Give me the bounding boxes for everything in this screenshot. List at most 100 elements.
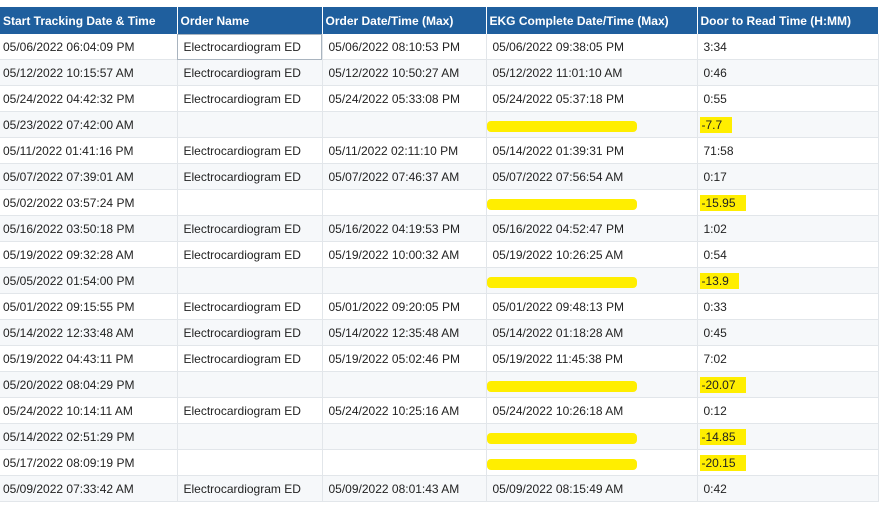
order-name-cell[interactable]: Electrocardiogram ED bbox=[177, 345, 323, 372]
ekg-complete-cell[interactable]: 05/14/2022 01:18:28 AM bbox=[486, 319, 698, 346]
order-datetime-cell[interactable]: 05/19/2022 10:00:32 AM bbox=[322, 241, 487, 268]
order-name-cell[interactable]: Electrocardiogram ED bbox=[177, 34, 323, 60]
door-to-read-cell[interactable]: 0:33 bbox=[697, 293, 879, 320]
order-name-cell[interactable]: Electrocardiogram ED bbox=[177, 137, 323, 164]
start-tracking-cell[interactable]: 05/17/2022 08:09:19 PM bbox=[0, 449, 178, 476]
ekg-complete-cell[interactable]: 05/19/2022 10:26:25 AM bbox=[486, 241, 698, 268]
order-datetime-cell[interactable] bbox=[322, 371, 487, 398]
door-to-read-cell[interactable]: 71:58 bbox=[697, 137, 879, 164]
order-name-cell[interactable]: Electrocardiogram ED bbox=[177, 293, 323, 320]
ekg-complete-cell[interactable] bbox=[486, 189, 698, 216]
order-datetime-cell[interactable] bbox=[322, 111, 487, 138]
order-name-cell[interactable] bbox=[177, 423, 323, 450]
table-row[interactable]: 05/20/2022 08:04:29 PM -20.07 bbox=[0, 371, 879, 398]
start-tracking-cell[interactable]: 05/16/2022 03:50:18 PM bbox=[0, 215, 178, 242]
door-to-read-cell[interactable]: 0:12 bbox=[697, 397, 879, 424]
ekg-complete-cell[interactable] bbox=[486, 449, 698, 476]
start-tracking-cell[interactable]: 05/14/2022 12:33:48 AM bbox=[0, 319, 178, 346]
door-to-read-cell[interactable]: 0:42 bbox=[697, 475, 879, 502]
ekg-complete-cell[interactable] bbox=[486, 423, 698, 450]
order-datetime-cell[interactable]: 05/09/2022 08:01:43 AM bbox=[322, 475, 487, 502]
door-to-read-cell[interactable]: 3:34 bbox=[697, 34, 879, 60]
start-tracking-cell[interactable]: 05/19/2022 09:32:28 AM bbox=[0, 241, 178, 268]
order-datetime-cell[interactable]: 05/16/2022 04:19:53 PM bbox=[322, 215, 487, 242]
order-name-cell[interactable] bbox=[177, 189, 323, 216]
door-to-read-cell[interactable]: 0:17 bbox=[697, 163, 879, 190]
order-name-cell[interactable]: Electrocardiogram ED bbox=[177, 215, 323, 242]
order-name-cell[interactable]: Electrocardiogram ED bbox=[177, 85, 323, 112]
table-row[interactable]: 05/16/2022 03:50:18 PM Electrocardiogram … bbox=[0, 215, 879, 242]
start-tracking-cell[interactable]: 05/23/2022 07:42:00 AM bbox=[0, 111, 178, 138]
table-row[interactable]: 05/19/2022 09:32:28 AM Electrocardiogram … bbox=[0, 241, 879, 268]
order-datetime-cell[interactable]: 05/06/2022 08:10:53 PM bbox=[322, 34, 487, 60]
table-row[interactable]: 05/23/2022 07:42:00 AM -7.7 bbox=[0, 111, 879, 138]
table-row[interactable]: 05/11/2022 01:41:16 PM Electrocardiogram … bbox=[0, 137, 879, 164]
ekg-complete-cell[interactable]: 05/24/2022 10:26:18 AM bbox=[486, 397, 698, 424]
start-tracking-cell[interactable]: 05/11/2022 01:41:16 PM bbox=[0, 137, 178, 164]
order-name-cell[interactable]: Electrocardiogram ED bbox=[177, 319, 323, 346]
door-to-read-cell[interactable]: 0:46 bbox=[697, 59, 879, 86]
order-name-cell[interactable]: Electrocardiogram ED bbox=[177, 397, 323, 424]
door-to-read-cell[interactable]: -13.9 bbox=[697, 267, 879, 294]
ekg-complete-cell[interactable]: 05/12/2022 11:01:10 AM bbox=[486, 59, 698, 86]
order-name-cell[interactable]: Electrocardiogram ED bbox=[177, 59, 323, 86]
start-tracking-cell[interactable]: 05/20/2022 08:04:29 PM bbox=[0, 371, 178, 398]
door-to-read-cell[interactable]: 7:02 bbox=[697, 345, 879, 372]
start-tracking-cell[interactable]: 05/06/2022 06:04:09 PM bbox=[0, 34, 178, 60]
column-header-order-name[interactable]: Order Name bbox=[177, 7, 323, 34]
order-datetime-cell[interactable] bbox=[322, 423, 487, 450]
ekg-complete-cell[interactable]: 05/09/2022 08:15:49 AM bbox=[486, 475, 698, 502]
table-row[interactable]: 05/09/2022 07:33:42 AM Electrocardiogram … bbox=[0, 475, 879, 502]
order-name-cell[interactable]: Electrocardiogram ED bbox=[177, 475, 323, 502]
order-datetime-cell[interactable] bbox=[322, 267, 487, 294]
ekg-complete-cell[interactable] bbox=[486, 111, 698, 138]
ekg-complete-cell[interactable]: 05/06/2022 09:38:05 PM bbox=[486, 34, 698, 60]
door-to-read-cell[interactable]: -14.85 bbox=[697, 423, 879, 450]
order-datetime-cell[interactable]: 05/14/2022 12:35:48 AM bbox=[322, 319, 487, 346]
table-row[interactable]: 05/24/2022 04:42:32 PM Electrocardiogram … bbox=[0, 85, 879, 112]
start-tracking-cell[interactable]: 05/05/2022 01:54:00 PM bbox=[0, 267, 178, 294]
table-row[interactable]: 05/02/2022 03:57:24 PM -15.95 bbox=[0, 189, 879, 216]
order-name-cell[interactable] bbox=[177, 449, 323, 476]
ekg-complete-cell[interactable] bbox=[486, 371, 698, 398]
door-to-read-cell[interactable]: -15.95 bbox=[697, 189, 879, 216]
door-to-read-cell[interactable]: -20.15 bbox=[697, 449, 879, 476]
order-name-cell[interactable]: Electrocardiogram ED bbox=[177, 163, 323, 190]
order-datetime-cell[interactable]: 05/12/2022 10:50:27 AM bbox=[322, 59, 487, 86]
order-name-cell[interactable] bbox=[177, 371, 323, 398]
table-row[interactable]: 05/07/2022 07:39:01 AM Electrocardiogram … bbox=[0, 163, 879, 190]
order-datetime-cell[interactable] bbox=[322, 189, 487, 216]
table-row[interactable]: 05/06/2022 06:04:09 PM Electrocardiogram … bbox=[0, 34, 879, 60]
door-to-read-cell[interactable]: 0:55 bbox=[697, 85, 879, 112]
ekg-complete-cell[interactable]: 05/24/2022 05:37:18 PM bbox=[486, 85, 698, 112]
ekg-complete-cell[interactable]: 05/14/2022 01:39:31 PM bbox=[486, 137, 698, 164]
start-tracking-cell[interactable]: 05/19/2022 04:43:11 PM bbox=[0, 345, 178, 372]
table-row[interactable]: 05/17/2022 08:09:19 PM -20.15 bbox=[0, 449, 879, 476]
door-to-read-cell[interactable]: 0:54 bbox=[697, 241, 879, 268]
order-datetime-cell[interactable]: 05/07/2022 07:46:37 AM bbox=[322, 163, 487, 190]
order-datetime-cell[interactable]: 05/24/2022 10:25:16 AM bbox=[322, 397, 487, 424]
table-row[interactable]: 05/24/2022 10:14:11 AM Electrocardiogram … bbox=[0, 397, 879, 424]
column-header-start-tracking[interactable]: Start Tracking Date & Time bbox=[0, 7, 178, 34]
order-name-cell[interactable] bbox=[177, 267, 323, 294]
door-to-read-cell[interactable]: -7.7 bbox=[697, 111, 879, 138]
ekg-complete-cell[interactable] bbox=[486, 267, 698, 294]
start-tracking-cell[interactable]: 05/24/2022 10:14:11 AM bbox=[0, 397, 178, 424]
door-to-read-cell[interactable]: -20.07 bbox=[697, 371, 879, 398]
start-tracking-cell[interactable]: 05/14/2022 02:51:29 PM bbox=[0, 423, 178, 450]
table-row[interactable]: 05/14/2022 12:33:48 AM Electrocardiogram … bbox=[0, 319, 879, 346]
start-tracking-cell[interactable]: 05/09/2022 07:33:42 AM bbox=[0, 475, 178, 502]
order-datetime-cell[interactable]: 05/24/2022 05:33:08 PM bbox=[322, 85, 487, 112]
order-datetime-cell[interactable]: 05/01/2022 09:20:05 PM bbox=[322, 293, 487, 320]
order-datetime-cell[interactable]: 05/11/2022 02:11:10 PM bbox=[322, 137, 487, 164]
start-tracking-cell[interactable]: 05/01/2022 09:15:55 PM bbox=[0, 293, 178, 320]
column-header-order-datetime[interactable]: Order Date/Time (Max) bbox=[322, 7, 487, 34]
ekg-complete-cell[interactable]: 05/16/2022 04:52:47 PM bbox=[486, 215, 698, 242]
table-row[interactable]: 05/14/2022 02:51:29 PM -14.85 bbox=[0, 423, 879, 450]
order-datetime-cell[interactable] bbox=[322, 449, 487, 476]
order-name-cell[interactable]: Electrocardiogram ED bbox=[177, 241, 323, 268]
order-datetime-cell[interactable]: 05/19/2022 05:02:46 PM bbox=[322, 345, 487, 372]
table-row[interactable]: 05/19/2022 04:43:11 PM Electrocardiogram … bbox=[0, 345, 879, 372]
start-tracking-cell[interactable]: 05/24/2022 04:42:32 PM bbox=[0, 85, 178, 112]
ekg-complete-cell[interactable]: 05/19/2022 11:45:38 PM bbox=[486, 345, 698, 372]
